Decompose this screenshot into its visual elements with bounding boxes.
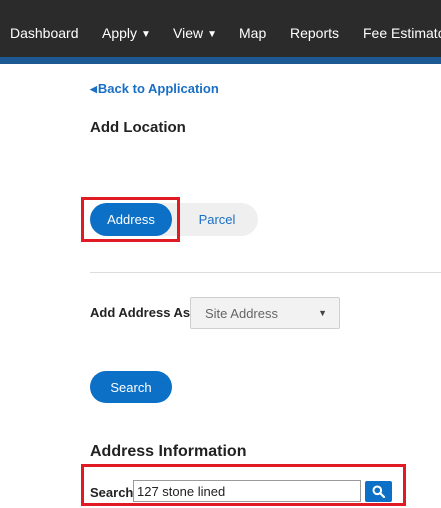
triangle-left-icon: ◀	[90, 84, 97, 94]
caret-down-icon: ▼	[141, 29, 151, 40]
back-to-application-link[interactable]: ◀Back to Application	[90, 81, 219, 96]
caret-down-icon: ▼	[318, 308, 327, 318]
address-type-select-value: Site Address	[205, 305, 278, 321]
nav-item-label: Apply	[102, 25, 138, 41]
caret-down-icon: ▼	[207, 29, 217, 40]
section-divider	[90, 272, 441, 273]
back-link-label: Back to Application	[97, 81, 219, 96]
navbar-accent-bar	[0, 57, 441, 64]
address-information-heading: Address Information	[90, 443, 247, 460]
top-navbar: Dashboard Apply ▼ View ▼ Map Reports Fee E…	[0, 0, 441, 64]
add-address-as-label: Add Address As	[90, 305, 191, 320]
nav-item-reports[interactable]: Reports	[290, 24, 339, 42]
nav-item-label: View	[173, 25, 204, 41]
parcel-tab-button[interactable]: Parcel	[186, 203, 248, 236]
highlight-box-search	[81, 464, 406, 506]
nav-item-view[interactable]: View ▼	[173, 24, 217, 44]
nav-item-fee-estimator[interactable]: Fee Estimator	[363, 24, 441, 42]
nav-item-map[interactable]: Map	[239, 24, 266, 42]
page-title: Add Location	[90, 119, 186, 136]
nav-item-apply[interactable]: Apply ▼	[102, 24, 151, 44]
search-button[interactable]: Search	[90, 371, 172, 403]
highlight-box-address	[81, 197, 180, 242]
address-type-select[interactable]: Site Address ▼	[190, 297, 340, 329]
nav-item-dashboard[interactable]: Dashboard	[10, 24, 79, 42]
